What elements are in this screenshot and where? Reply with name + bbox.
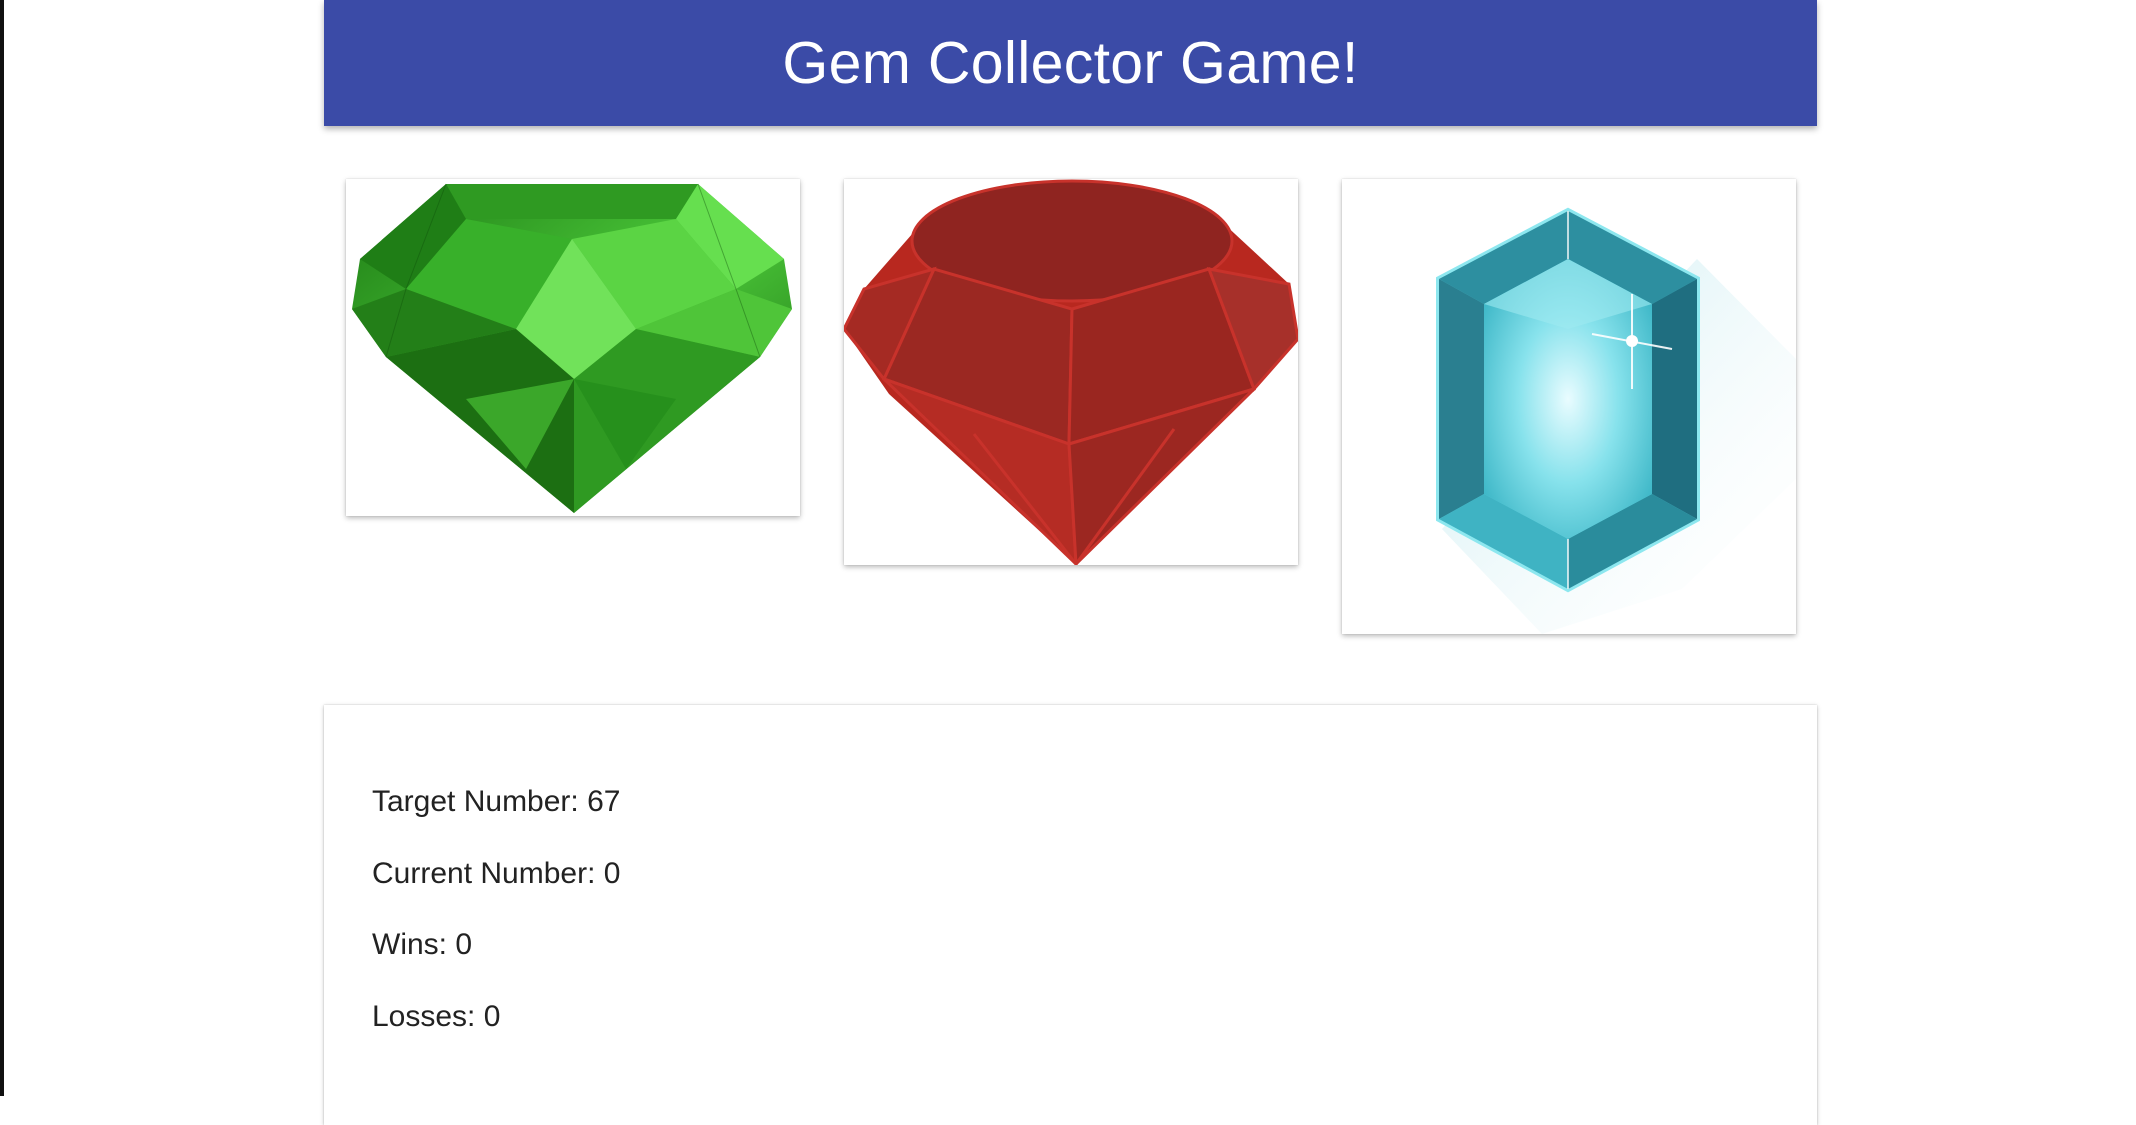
current-number-label: Current Number: bbox=[372, 857, 604, 890]
wins-label: Wins: bbox=[372, 928, 456, 961]
red-gem-button[interactable] bbox=[844, 179, 1298, 565]
game-header: Gem Collector Game! bbox=[324, 0, 1817, 126]
target-number: Target Number: 67 bbox=[372, 785, 620, 819]
blue-gem-icon bbox=[1436, 207, 1796, 634]
stats-panel: Target Number: 67 Current Number: 0 Wins… bbox=[324, 705, 1817, 1125]
losses-value: 0 bbox=[483, 1000, 501, 1033]
page-title: Gem Collector Game! bbox=[782, 30, 1359, 96]
window-edge-strip bbox=[0, 0, 4, 1096]
green-gem-button[interactable] bbox=[346, 179, 800, 516]
current-number: Current Number: 0 bbox=[372, 857, 620, 891]
wins-count: Wins: 0 bbox=[372, 928, 472, 962]
red-gem-icon bbox=[844, 179, 1298, 565]
losses-count: Losses: 0 bbox=[372, 1000, 500, 1034]
green-gem-icon bbox=[352, 183, 792, 513]
wins-value: 0 bbox=[455, 928, 473, 961]
current-number-value: 0 bbox=[603, 857, 621, 890]
target-number-value: 67 bbox=[587, 785, 621, 818]
blue-gem-button[interactable] bbox=[1342, 179, 1796, 634]
losses-label: Losses: bbox=[372, 1000, 484, 1033]
target-number-label: Target Number: bbox=[372, 785, 588, 818]
